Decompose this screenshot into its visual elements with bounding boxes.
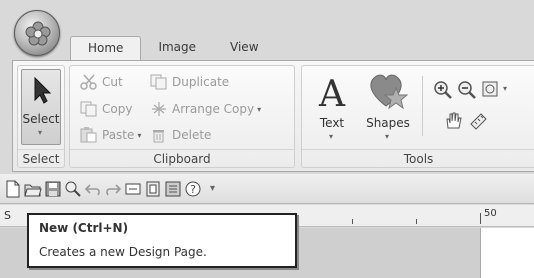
arrow-cursor-icon: [34, 76, 52, 104]
arrange-copy-icon: [150, 101, 168, 117]
duplicate-icon: [150, 74, 168, 90]
select-dropdown-arrow: ▾: [38, 128, 43, 137]
arrange-copy-label: Arrange Copy: [172, 102, 255, 116]
ruler-left-letter: S: [4, 209, 11, 222]
stitch-simulator-icon[interactable]: [164, 180, 182, 198]
zoom-tools: ▾: [422, 76, 530, 136]
ruler-tick: [416, 219, 417, 224]
save-icon[interactable]: [44, 180, 62, 198]
measure-ruler-icon[interactable]: [469, 110, 489, 130]
hand-pan-icon[interactable]: [443, 110, 463, 130]
arrange-copy-dropdown-arrow: ▾: [257, 104, 262, 114]
tooltip: New (Ctrl+N) Creates a new Design Page.: [27, 213, 297, 268]
zoom-in-icon[interactable]: [433, 80, 453, 100]
cut-button[interactable]: Cut: [80, 74, 123, 90]
flower-icon: [25, 21, 51, 46]
scissors-icon: [80, 74, 98, 90]
clipboard-group-label: Clipboard: [70, 149, 294, 167]
ribbon-tabs: Home Image View: [70, 36, 276, 61]
ruler-tick: [480, 213, 481, 224]
paste-dropdown-arrow: ▾: [137, 130, 142, 140]
duplicate-label: Duplicate: [172, 75, 230, 89]
select-group: Select ▾ Select: [17, 65, 65, 168]
tooltip-description: Creates a new Design Page.: [39, 245, 207, 259]
tools-group-label: Tools: [302, 149, 534, 167]
select-button-label: Select: [22, 112, 60, 126]
select-group-label: Select: [18, 149, 64, 167]
heart-star-shapes-icon: [370, 74, 409, 110]
shapes-button[interactable]: Shapes ▾: [360, 70, 416, 146]
ruler-tick: [352, 219, 353, 224]
shapes-button-label: Shapes: [366, 116, 410, 130]
undo-icon[interactable]: [84, 180, 102, 198]
text-button[interactable]: A Text ▾: [308, 70, 356, 146]
zoom-out-icon[interactable]: [457, 80, 477, 100]
open-folder-icon[interactable]: [24, 180, 42, 198]
paste-icon: [80, 127, 98, 143]
copy-icon: [80, 101, 98, 117]
paste-button[interactable]: Paste ▾: [80, 127, 141, 143]
select-button[interactable]: Select ▾: [21, 69, 61, 145]
clipboard-group: Cut Copy Paste ▾ Duplicate Arrange Copy …: [69, 65, 295, 168]
redo-icon[interactable]: [104, 180, 122, 198]
duplicate-button[interactable]: Duplicate: [150, 74, 229, 90]
tooltip-title: New (Ctrl+N): [39, 221, 129, 235]
ribbon: Select ▾ Select Cut Copy Paste ▾ Duplica…: [12, 60, 534, 172]
delete-button[interactable]: Delete: [150, 127, 211, 143]
svg-text:A: A: [318, 74, 346, 112]
new-page-icon[interactable]: [4, 180, 22, 198]
paste-label: Paste: [102, 128, 135, 142]
design-page[interactable]: [480, 228, 534, 278]
tab-image[interactable]: Image: [141, 36, 213, 60]
svg-text:?: ?: [190, 183, 196, 196]
app-menu-button[interactable]: [14, 10, 60, 56]
ruler-mark-label: 50: [484, 208, 497, 219]
quick-access-toolbar: ? ▾: [0, 174, 534, 204]
letter-a-icon: A: [318, 74, 346, 112]
hoop-icon[interactable]: [144, 180, 162, 198]
tools-group: A Text ▾ Shapes ▾ ▾ Tools: [301, 65, 534, 168]
trash-icon: [150, 127, 168, 143]
help-icon[interactable]: ?: [184, 180, 202, 198]
copy-button[interactable]: Copy: [80, 101, 132, 117]
cut-label: Cut: [102, 75, 123, 89]
text-button-label: Text: [319, 116, 345, 130]
arrange-copy-button[interactable]: Arrange Copy ▾: [150, 101, 261, 117]
zoom-dropdown-arrow[interactable]: ▾: [503, 84, 507, 93]
tab-home[interactable]: Home: [70, 36, 142, 61]
shapes-dropdown-arrow: ▾: [385, 132, 390, 141]
tab-view[interactable]: View: [213, 36, 275, 60]
text-dropdown-arrow: ▾: [329, 132, 334, 141]
copy-label: Copy: [102, 102, 133, 116]
print-preview-icon[interactable]: [64, 180, 82, 198]
zoom-fit-icon[interactable]: [481, 80, 501, 100]
delete-label: Delete: [172, 128, 212, 142]
customize-toolbar-arrow[interactable]: ▾: [210, 183, 215, 194]
design-property-icon[interactable]: [124, 180, 142, 198]
